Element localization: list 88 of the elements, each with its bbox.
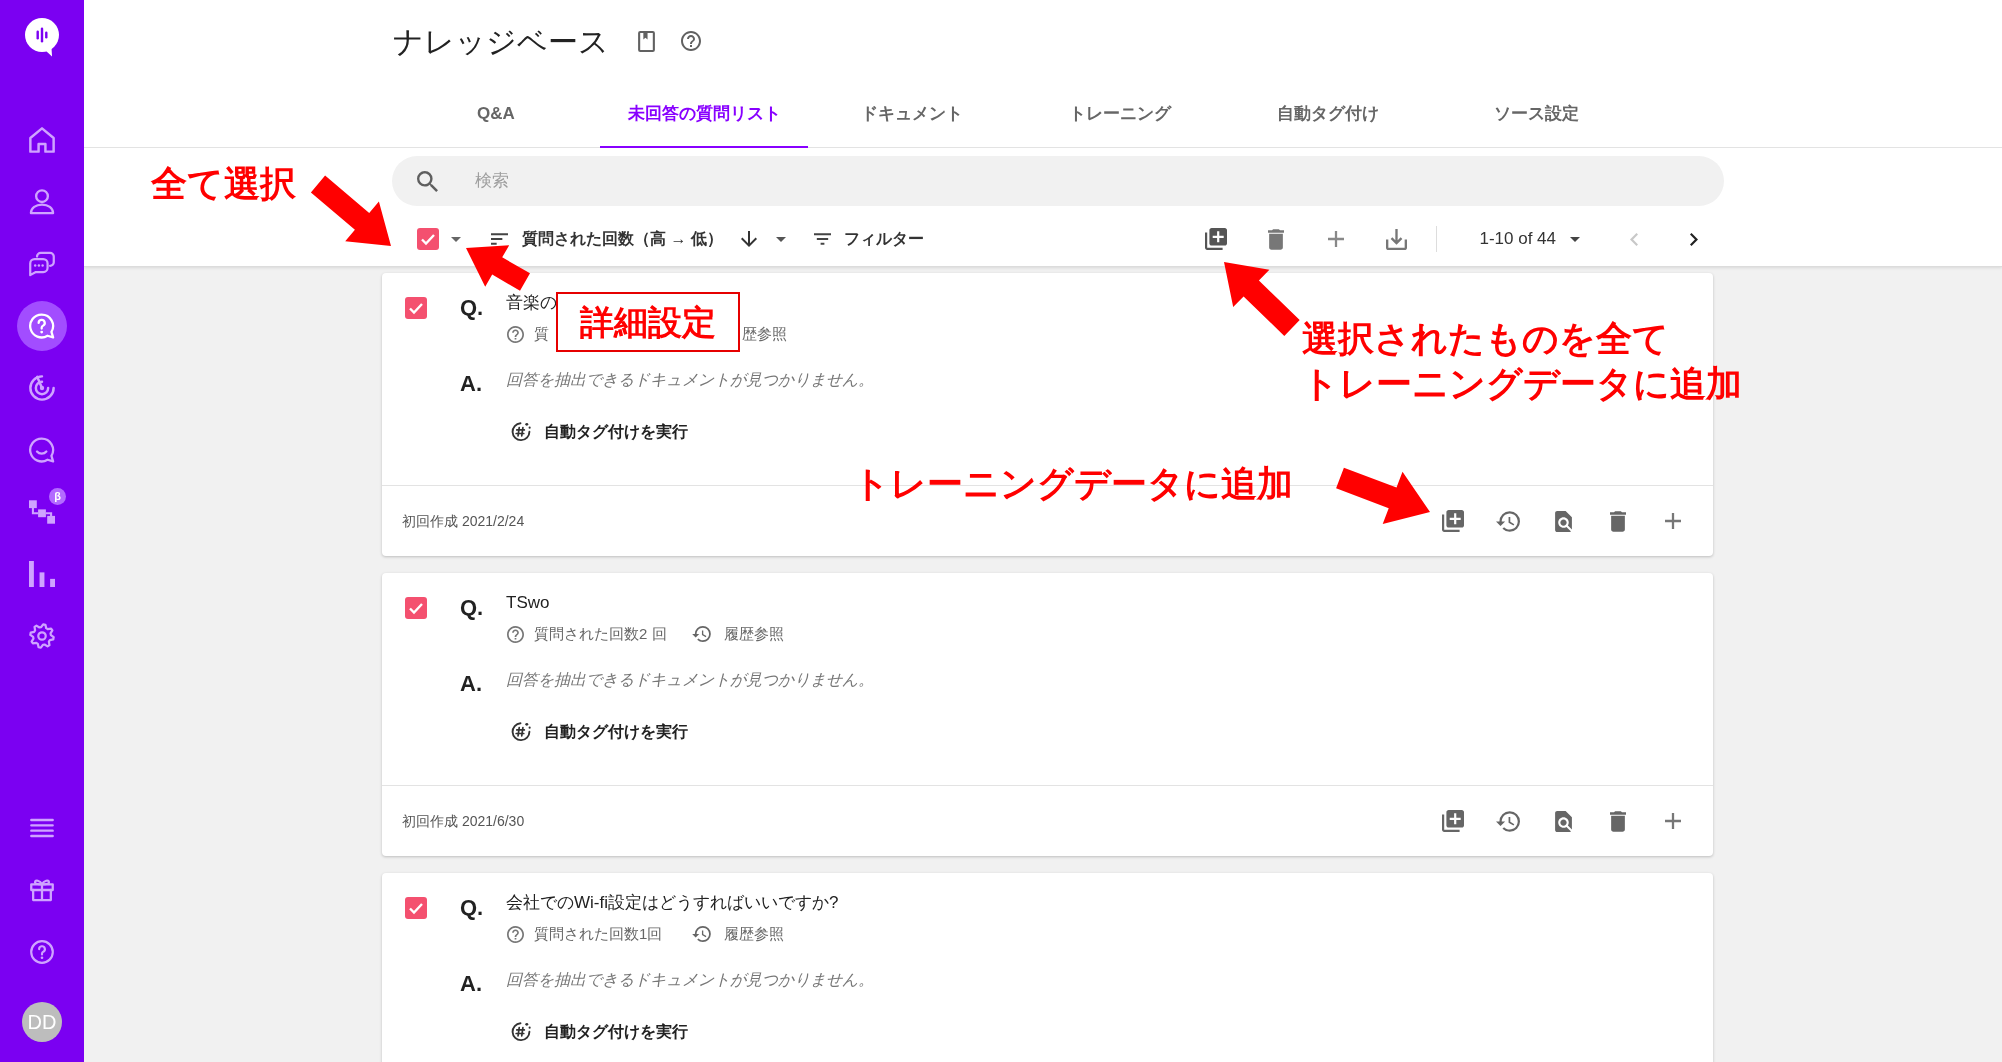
answer-label: A. xyxy=(460,673,483,698)
smile-bubble-icon xyxy=(29,437,55,463)
tab[interactable]: ドキュメント xyxy=(808,82,1016,148)
plus-icon[interactable] xyxy=(1665,513,1681,529)
filter-button[interactable]: フィルター xyxy=(813,227,924,251)
caret-icon[interactable] xyxy=(775,236,786,242)
checkbox[interactable] xyxy=(405,897,427,919)
filter-icon xyxy=(813,233,831,245)
trash-icon[interactable] xyxy=(1610,810,1626,832)
home-icon xyxy=(29,127,55,153)
question-text: TSwo xyxy=(506,592,550,614)
document-search-icon[interactable] xyxy=(1554,510,1572,532)
history-icon[interactable] xyxy=(1496,510,1520,532)
answer-text: 回答を抽出できるドキュメントが見つかりません。 xyxy=(506,370,874,390)
caret-icon[interactable] xyxy=(451,236,461,242)
history-icon[interactable] xyxy=(1496,810,1520,832)
tab[interactable]: ソース設定 xyxy=(1432,82,1640,148)
auto-tag-button[interactable]: 自動タグ付けを実行 xyxy=(511,1020,688,1044)
annotation-text: トレーニングデータに追加 xyxy=(853,462,1293,506)
library-add-icon[interactable] xyxy=(1205,228,1228,250)
tab[interactable]: トレーニング xyxy=(1016,82,1224,148)
history-link[interactable]: 履歴参照 xyxy=(692,922,784,946)
nav-button[interactable] xyxy=(17,301,67,351)
chevron-right-icon[interactable] xyxy=(1690,232,1698,246)
help-bubble-icon xyxy=(29,313,55,339)
radar-icon xyxy=(29,375,55,401)
ask-count: 質問された回数2 回 xyxy=(534,624,667,642)
question-mark-icon xyxy=(507,325,524,343)
annotation-text: 全て選択 xyxy=(151,162,296,206)
arrow-down-icon[interactable] xyxy=(740,231,757,247)
settings-icon xyxy=(29,623,55,649)
library-add-icon[interactable] xyxy=(1442,510,1464,532)
plus-icon[interactable] xyxy=(1328,231,1345,247)
menu-icon[interactable] xyxy=(30,816,54,840)
sort-button[interactable]: 質問された回数（高 → 低） xyxy=(491,227,723,251)
tab[interactable]: 未回答の質問リスト xyxy=(600,82,808,148)
callout-arrow xyxy=(466,245,530,291)
auto-tag-button[interactable]: 自動タグ付けを実行 xyxy=(511,420,688,444)
help-icon[interactable] xyxy=(30,940,54,964)
ask-count: 質問された回数1回 xyxy=(534,924,663,942)
history-link[interactable]: 歴参照 xyxy=(742,322,787,346)
checkbox[interactable] xyxy=(405,597,427,619)
beta-badge: β xyxy=(49,488,66,505)
ask-count: 質 xyxy=(534,324,549,342)
library-add-icon[interactable] xyxy=(1442,810,1464,832)
gift-icon[interactable] xyxy=(30,878,54,902)
answer-label: A. xyxy=(460,373,483,398)
speech-bubble-logo[interactable] xyxy=(24,17,60,57)
annotation-text: 選択されたものを全て トレーニングデータに追加 xyxy=(1302,317,1742,406)
question-mark-icon xyxy=(507,925,524,943)
search-icon[interactable] xyxy=(417,171,438,192)
user-icon xyxy=(29,189,55,215)
document-search-icon[interactable] xyxy=(1554,810,1572,832)
plus-icon[interactable] xyxy=(1665,813,1681,829)
hashtag-icon xyxy=(511,422,531,442)
answer-text: 回答を抽出できるドキュメントが見つかりません。 xyxy=(506,970,874,990)
tab[interactable]: Q&A xyxy=(392,82,600,148)
search-field[interactable]: 検索 xyxy=(392,156,1724,206)
caret-icon[interactable] xyxy=(1570,236,1580,242)
chat-bubbles-icon xyxy=(29,251,55,277)
flowchart-icon xyxy=(29,499,55,525)
sort-icon xyxy=(491,233,508,245)
auto-tag-button[interactable]: 自動タグ付けを実行 xyxy=(511,720,688,744)
question-text: 音楽の xyxy=(506,292,557,314)
hashtag-icon xyxy=(511,722,531,742)
question-label: Q. xyxy=(460,297,485,322)
answer-label: A. xyxy=(460,973,483,998)
question-text: 会社でのWi-fi設定はどうすればいいですか? xyxy=(506,892,839,914)
question-label: Q. xyxy=(460,597,485,622)
question-label: Q. xyxy=(460,897,485,922)
hashtag-icon xyxy=(511,1022,531,1042)
download-icon[interactable] xyxy=(1385,228,1407,250)
checkbox[interactable] xyxy=(405,297,427,319)
annotation-text: 詳細設定 xyxy=(556,292,740,352)
help-icon[interactable] xyxy=(681,31,701,51)
book-icon[interactable] xyxy=(638,30,655,52)
history-link[interactable]: 履歴参照 xyxy=(692,622,784,646)
tab[interactable]: 自動タグ付け xyxy=(1224,82,1432,148)
bar-chart-icon xyxy=(29,561,55,587)
trash-icon[interactable] xyxy=(1268,228,1285,250)
pagination-label: 1-10 of 44 xyxy=(1479,228,1556,251)
trash-icon[interactable] xyxy=(1610,510,1626,532)
question-mark-icon xyxy=(507,625,524,643)
select-all-checkbox[interactable] xyxy=(417,228,439,250)
page-title: ナレッジベース xyxy=(393,23,609,60)
created-date: 初回作成 2021/6/30 xyxy=(402,811,525,831)
answer-text: 回答を抽出できるドキュメントが見つかりません。 xyxy=(506,670,874,690)
created-date: 初回作成 2021/2/24 xyxy=(402,511,525,531)
